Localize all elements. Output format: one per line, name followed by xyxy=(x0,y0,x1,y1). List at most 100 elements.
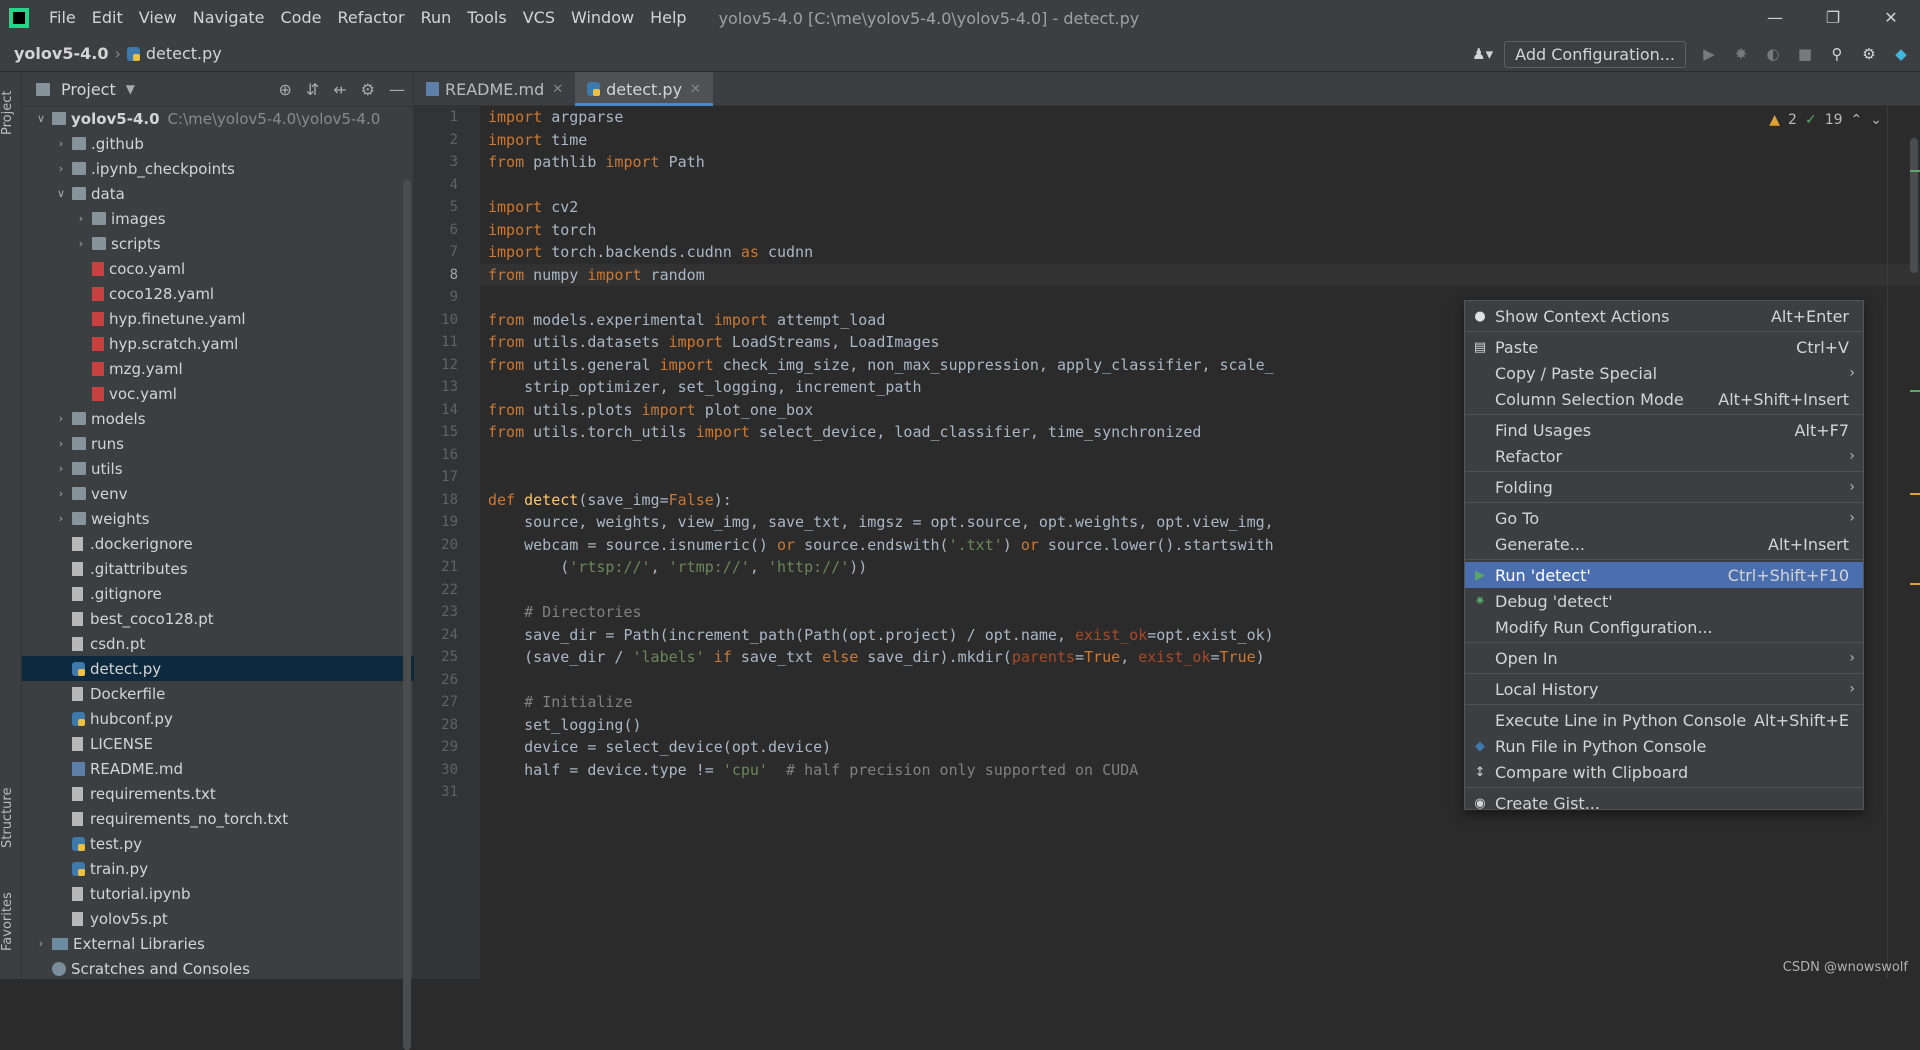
menu-file[interactable]: File xyxy=(41,0,84,36)
tree-item[interactable]: best_coco128.pt xyxy=(22,606,414,631)
chevron-right-icon[interactable]: › xyxy=(54,412,68,425)
project-view-selector[interactable]: Project xyxy=(61,80,116,99)
run-icon[interactable]: ▶ xyxy=(1700,45,1718,63)
chevron-right-icon[interactable]: › xyxy=(74,237,88,250)
menu-vcs[interactable]: VCS xyxy=(515,0,563,36)
stop-icon[interactable]: ■ xyxy=(1796,45,1814,63)
menu-code[interactable]: Code xyxy=(273,0,330,36)
inspection-widget[interactable]: ▲ 2 ✓ 19 ⌃ ⌄ xyxy=(1769,112,1882,128)
tree-item[interactable]: LICENSE xyxy=(22,731,414,756)
favorites-side-tab[interactable]: Favorites xyxy=(0,882,22,962)
menu-view[interactable]: View xyxy=(131,0,185,36)
breadcrumb-project[interactable]: yolov5-4.0 xyxy=(14,44,108,63)
chevron-right-icon[interactable]: › xyxy=(54,162,68,175)
code-line[interactable]: import torch xyxy=(480,219,1920,242)
context-menu-item[interactable]: ↕ Compare with Clipboard xyxy=(1465,759,1863,785)
code-line[interactable] xyxy=(480,174,1920,197)
tree-item[interactable]: › venv xyxy=(22,481,414,506)
tree-scrollbar[interactable] xyxy=(403,180,411,1050)
code-line[interactable]: import torch.backends.cudnn as cudnn xyxy=(480,241,1920,264)
gear-icon[interactable]: ⚙ xyxy=(361,80,375,99)
chevron-down-icon[interactable]: ▼ xyxy=(126,82,135,96)
context-menu-item[interactable]: Generate... Alt+Insert xyxy=(1465,531,1863,557)
context-menu-item[interactable]: Column Selection Mode Alt+Shift+Insert xyxy=(1465,386,1863,412)
menu-window[interactable]: Window xyxy=(563,0,642,36)
hide-panel-icon[interactable]: — xyxy=(389,80,405,99)
tree-item[interactable]: Dockerfile xyxy=(22,681,414,706)
tree-item[interactable]: coco.yaml xyxy=(22,256,414,281)
chevron-right-icon[interactable]: › xyxy=(54,462,68,475)
chevron-down-icon[interactable]: ∨ xyxy=(54,187,68,200)
chevron-down-icon[interactable]: ⌄ xyxy=(1870,112,1882,128)
add-configuration-button[interactable]: Add Configuration... xyxy=(1504,40,1686,68)
tree-item[interactable]: tutorial.ipynb xyxy=(22,881,414,906)
chevron-right-icon[interactable]: › xyxy=(54,437,68,450)
context-menu-item[interactable]: Copy / Paste Special › xyxy=(1465,360,1863,386)
menu-navigate[interactable]: Navigate xyxy=(185,0,273,36)
context-menu-item[interactable]: ▤ Paste Ctrl+V xyxy=(1465,334,1863,360)
tree-item[interactable]: › scripts xyxy=(22,231,414,256)
tree-item[interactable]: .dockerignore xyxy=(22,531,414,556)
context-menu-item[interactable]: ✷ Debug 'detect' xyxy=(1465,588,1863,614)
tree-item[interactable]: Scratches and Consoles xyxy=(22,956,414,981)
tree-item[interactable]: › runs xyxy=(22,431,414,456)
menu-help[interactable]: Help xyxy=(642,0,694,36)
tree-item[interactable]: › utils xyxy=(22,456,414,481)
gear-icon[interactable]: ⚙ xyxy=(1860,45,1878,63)
editor-tab[interactable]: detect.py ✕ xyxy=(575,72,713,106)
close-icon[interactable]: ✕ xyxy=(1862,0,1920,36)
context-menu-item[interactable]: Execute Line in Python Console Alt+Shift+… xyxy=(1465,707,1863,733)
tree-item[interactable]: hyp.finetune.yaml xyxy=(22,306,414,331)
tree-item[interactable]: yolov5s.pt xyxy=(22,906,414,931)
tree-item[interactable]: › weights xyxy=(22,506,414,531)
toolbox-icon[interactable]: ◆ xyxy=(1892,45,1910,63)
context-menu-item[interactable]: Find Usages Alt+F7 xyxy=(1465,417,1863,443)
locate-icon[interactable]: ⊕ xyxy=(278,80,291,99)
tree-item[interactable]: voc.yaml xyxy=(22,381,414,406)
chevron-up-icon[interactable]: ⌃ xyxy=(1851,112,1863,128)
tree-item[interactable]: › .github xyxy=(22,131,414,156)
code-line[interactable]: import argparse xyxy=(480,106,1920,129)
tree-item[interactable]: › .ipynb_checkpoints xyxy=(22,156,414,181)
tree-item[interactable]: › models xyxy=(22,406,414,431)
breadcrumb-file[interactable]: detect.py xyxy=(146,44,222,63)
context-menu-item[interactable]: Go To › xyxy=(1465,505,1863,531)
tree-item[interactable]: ∨ yolov5-4.0 C:\me\yolov5-4.0\yolov5-4.0 xyxy=(22,106,414,131)
context-menu-item[interactable]: ◉ Create Gist... xyxy=(1465,790,1863,816)
tree-item[interactable]: ∨ data xyxy=(22,181,414,206)
editor-tab[interactable]: README.md ✕ xyxy=(414,72,575,106)
context-menu-item[interactable]: Modify Run Configuration... xyxy=(1465,614,1863,640)
coverage-icon[interactable]: ◐ xyxy=(1764,45,1782,63)
context-menu-item[interactable]: ◆ Run File in Python Console xyxy=(1465,733,1863,759)
code-line[interactable]: import cv2 xyxy=(480,196,1920,219)
search-icon[interactable]: ⚲ xyxy=(1828,45,1846,63)
collapse-all-icon[interactable]: ⇷ xyxy=(333,80,346,99)
context-menu-item[interactable]: ▶ Run 'detect' Ctrl+Shift+F10 xyxy=(1465,562,1863,588)
code-line[interactable]: from numpy import random xyxy=(480,263,1920,286)
chevron-right-icon[interactable]: › xyxy=(54,487,68,500)
context-menu-item[interactable]: ● Show Context Actions Alt+Enter xyxy=(1465,303,1863,329)
tree-item[interactable]: detect.py xyxy=(22,656,414,681)
code-line[interactable]: from pathlib import Path xyxy=(480,151,1920,174)
tree-item[interactable]: train.py xyxy=(22,856,414,881)
chevron-right-icon[interactable]: › xyxy=(34,937,48,950)
tree-item[interactable]: hubconf.py xyxy=(22,706,414,731)
chevron-right-icon[interactable]: › xyxy=(54,512,68,525)
menu-tools[interactable]: Tools xyxy=(459,0,514,36)
context-menu-item[interactable]: Open In › xyxy=(1465,645,1863,671)
project-side-tab[interactable]: Project xyxy=(0,80,22,146)
tree-item[interactable]: mzg.yaml xyxy=(22,356,414,381)
editor-scrollbar[interactable] xyxy=(1910,138,1918,273)
tree-item[interactable]: csdn.pt xyxy=(22,631,414,656)
restore-icon[interactable]: ❐ xyxy=(1804,0,1862,36)
close-icon[interactable]: ✕ xyxy=(552,82,563,97)
tree-item[interactable]: test.py xyxy=(22,831,414,856)
expand-all-icon[interactable]: ⇵ xyxy=(306,80,319,99)
context-menu-item[interactable]: Folding › xyxy=(1465,474,1863,500)
minimize-icon[interactable]: — xyxy=(1746,0,1804,36)
tree-item[interactable]: › images xyxy=(22,206,414,231)
menu-edit[interactable]: Edit xyxy=(84,0,131,36)
chevron-right-icon[interactable]: › xyxy=(54,137,68,150)
chevron-down-icon[interactable]: ∨ xyxy=(34,112,48,125)
context-menu-item[interactable]: Refactor › xyxy=(1465,443,1863,469)
